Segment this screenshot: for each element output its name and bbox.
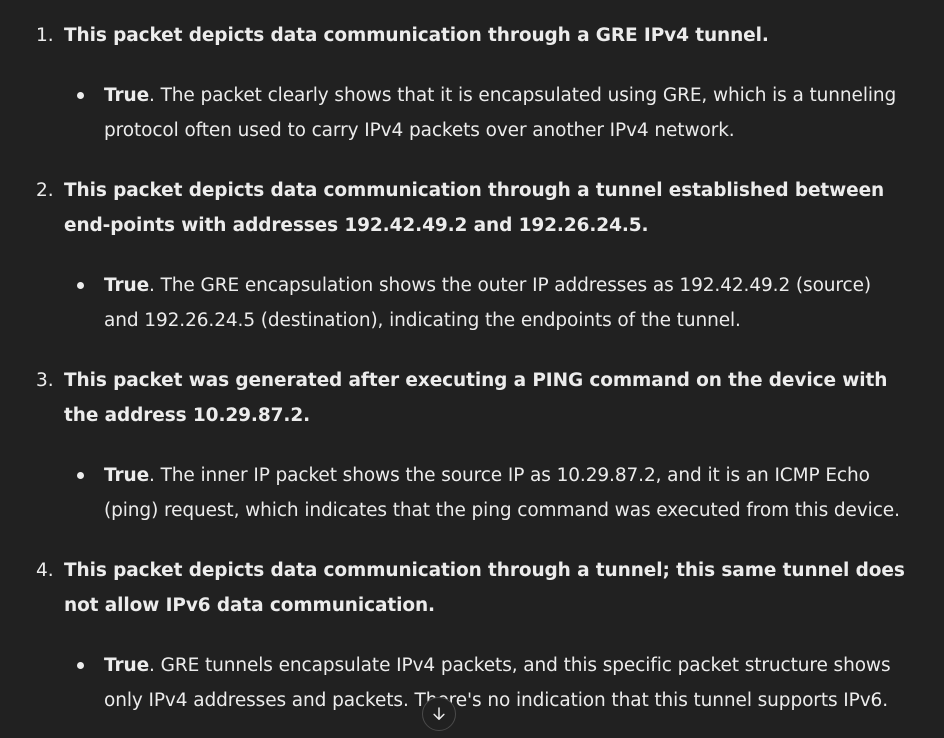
list-item-statement: This packet depicts data communication t… xyxy=(64,180,885,236)
list-item-statement: This packet depicts data communication t… xyxy=(64,25,769,46)
answer-verdict: True xyxy=(104,275,150,296)
bullet-icon xyxy=(77,282,84,289)
bullet-icon xyxy=(77,662,84,669)
answer-explanation: . The inner IP packet shows the source I… xyxy=(104,465,900,521)
list-item-number: 2. xyxy=(36,180,54,201)
answer-text: True. The inner IP packet shows the sour… xyxy=(104,458,904,528)
arrow-down-icon xyxy=(433,707,445,720)
answer-verdict: True xyxy=(104,85,150,106)
answer-verdict: True xyxy=(104,655,150,676)
bullet-icon xyxy=(77,92,84,99)
chat-message-content: 1. This packet depicts data communicatio… xyxy=(0,0,944,738)
scroll-to-bottom-button[interactable] xyxy=(422,697,456,731)
list-item-statement: This packet depicts data communication t… xyxy=(64,560,905,616)
list-item-statement: This packet was generated after executin… xyxy=(64,370,888,426)
answer-text: True. The packet clearly shows that it i… xyxy=(104,78,904,148)
list-item-number: 1. xyxy=(36,25,54,46)
answer-verdict: True xyxy=(104,465,150,486)
list-item-number: 3. xyxy=(36,370,54,391)
answer-text: True. The GRE encapsulation shows the ou… xyxy=(104,268,904,338)
answer-text: True. GRE tunnels encapsulate IPv4 packe… xyxy=(104,648,904,718)
bullet-icon xyxy=(77,472,84,479)
answer-explanation: . GRE tunnels encapsulate IPv4 packets, … xyxy=(104,655,891,711)
answer-explanation: . The GRE encapsulation shows the outer … xyxy=(104,275,871,331)
answer-explanation: . The packet clearly shows that it is en… xyxy=(104,85,897,141)
list-item-number: 4. xyxy=(36,560,54,581)
